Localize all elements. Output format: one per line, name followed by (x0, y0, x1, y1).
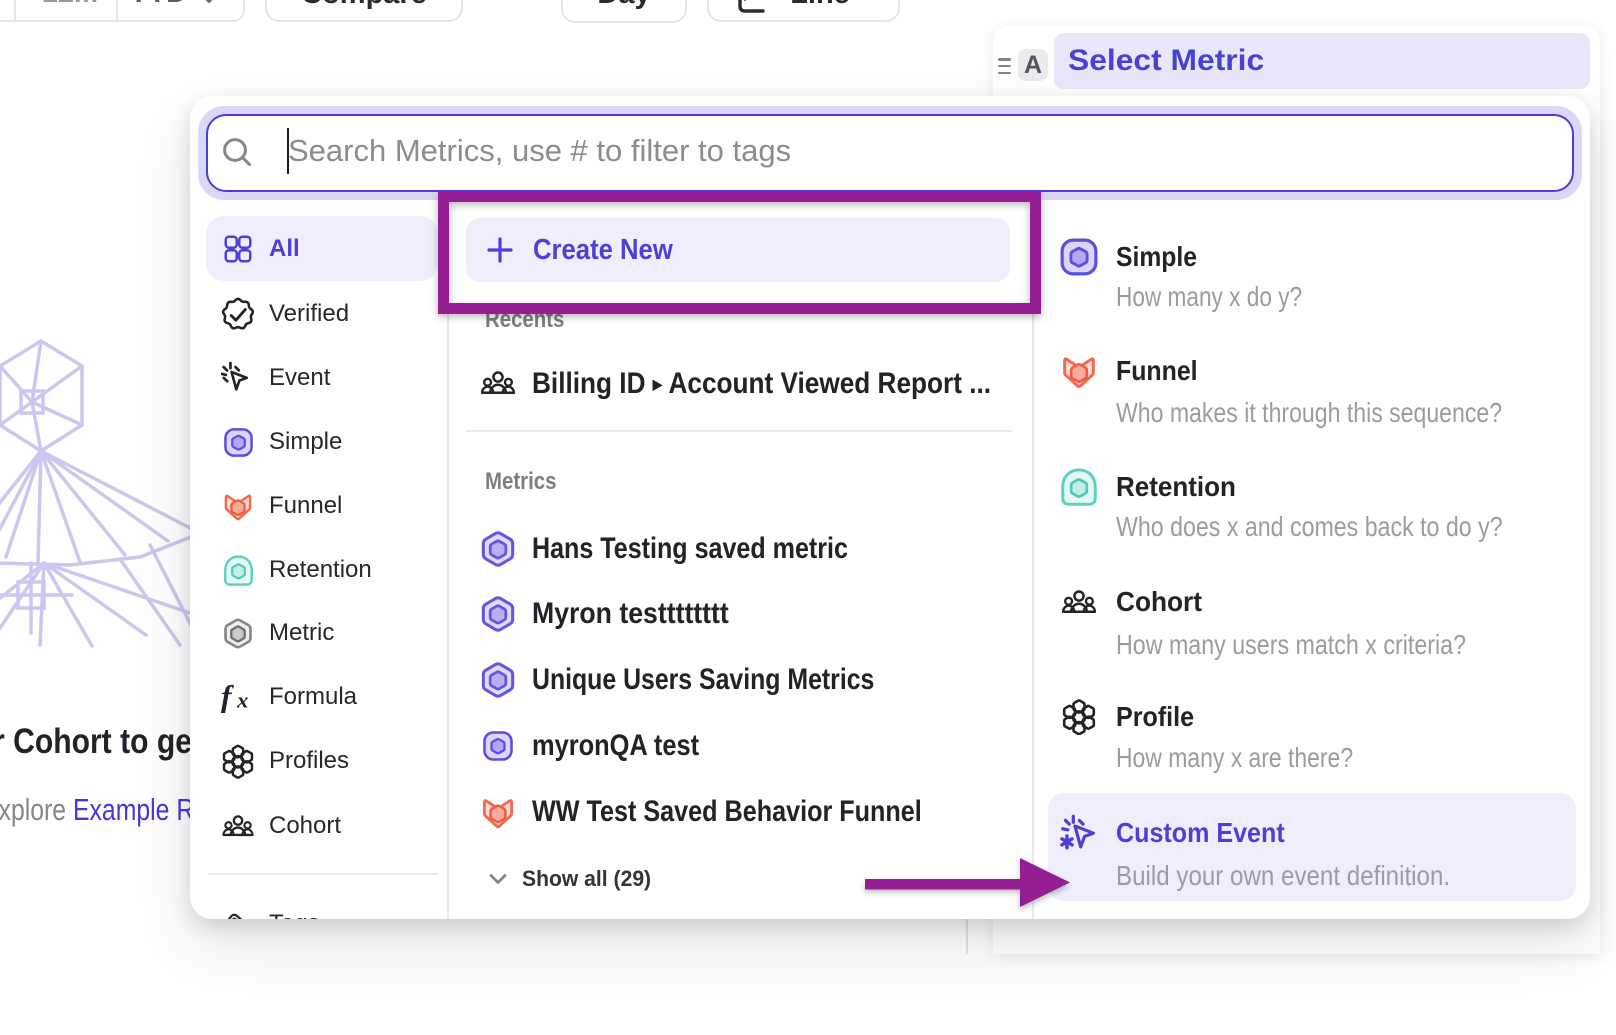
svg-text:x: x (236, 687, 248, 712)
svg-text:f: f (221, 679, 234, 713)
